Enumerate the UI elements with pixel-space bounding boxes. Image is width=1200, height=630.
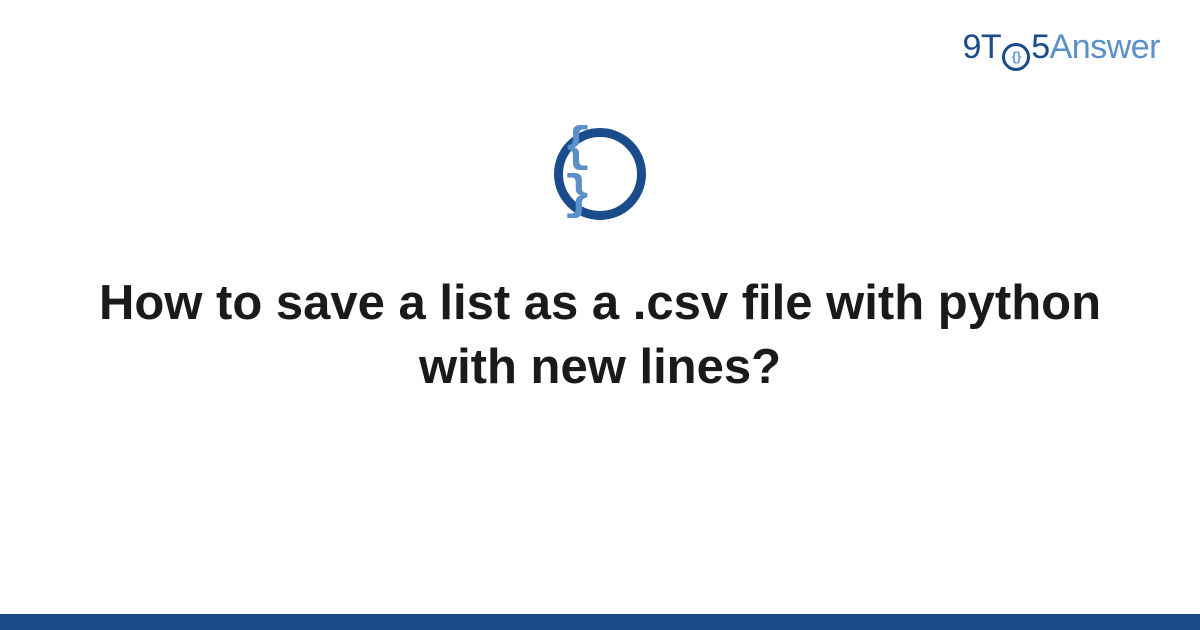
- code-braces-icon: { }: [554, 128, 646, 220]
- logo-text-5: 5: [1031, 28, 1049, 67]
- logo-circle-braces: {}: [1012, 50, 1021, 63]
- site-logo: 9T {} 5 Answer: [963, 28, 1160, 68]
- braces-glyph: { }: [563, 124, 637, 220]
- logo-circle-icon: {}: [1002, 43, 1030, 71]
- question-title: How to save a list as a .csv file with p…: [60, 272, 1140, 399]
- logo-text-9t: 9T: [963, 28, 1002, 67]
- footer-bar: [0, 614, 1200, 630]
- logo-text-answer: Answer: [1050, 28, 1160, 67]
